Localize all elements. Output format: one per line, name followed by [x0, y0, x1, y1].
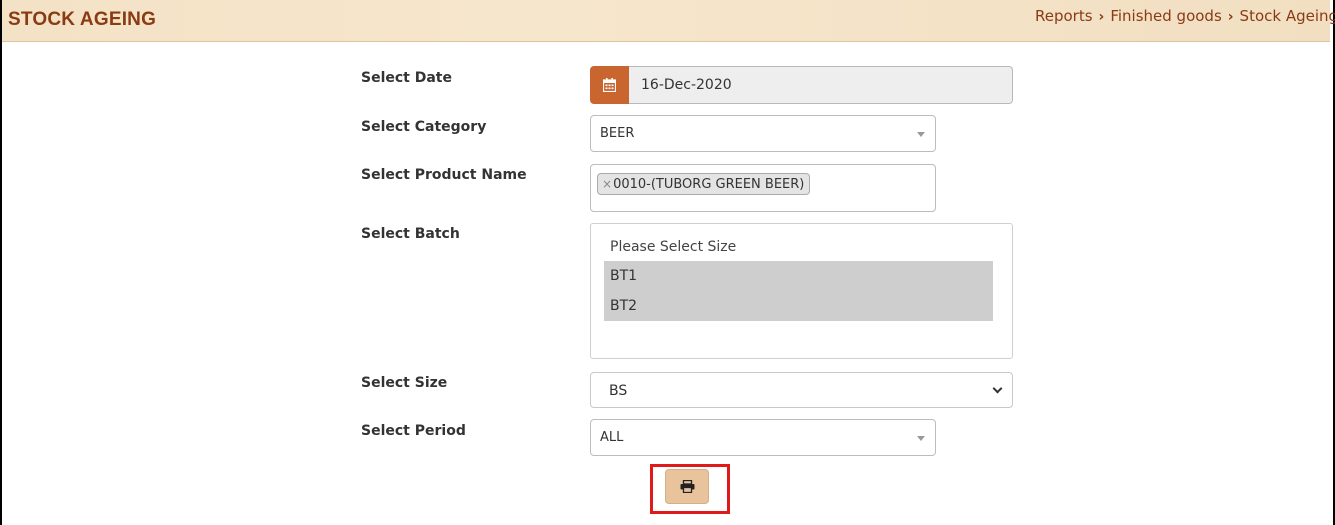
- caret-down-icon: [917, 436, 925, 441]
- breadcrumb-finished-goods[interactable]: Finished goods: [1110, 7, 1221, 25]
- remove-tag-icon[interactable]: ×: [602, 177, 612, 191]
- product-tag-label: 0010-(TUBORG GREEN BEER): [613, 177, 805, 192]
- size-select[interactable]: BS: [590, 372, 1013, 408]
- page-title: STOCK AGEING: [8, 9, 157, 30]
- chevron-right-icon: ›: [1098, 9, 1105, 25]
- caret-down-icon: [917, 132, 925, 137]
- chevron-right-icon: ›: [1227, 9, 1234, 25]
- batch-listbox[interactable]: Please Select Size BT1 BT2: [590, 223, 1013, 359]
- breadcrumb: Reports › Finished goods › Stock Ageing: [1035, 7, 1335, 25]
- date-field[interactable]: 16-Dec-2020: [629, 66, 1013, 104]
- date-picker[interactable]: 16-Dec-2020: [590, 66, 1013, 104]
- product-label: Select Product Name: [361, 167, 527, 183]
- batch-option[interactable]: BT1: [604, 261, 993, 291]
- calendar-icon[interactable]: [590, 66, 629, 104]
- period-value: ALL: [600, 430, 624, 445]
- batch-option-placeholder[interactable]: Please Select Size: [604, 232, 993, 262]
- batch-label: Select Batch: [361, 226, 460, 242]
- print-button[interactable]: [665, 469, 709, 504]
- category-value: BEER: [600, 126, 635, 141]
- size-value: BS: [609, 383, 628, 399]
- breadcrumb-stock-ageing: Stock Ageing: [1239, 7, 1335, 25]
- print-icon: [680, 480, 695, 493]
- batch-option[interactable]: BT2: [604, 291, 993, 321]
- chevron-down-icon: [992, 383, 1003, 394]
- size-label: Select Size: [361, 375, 448, 391]
- category-select[interactable]: BEER: [590, 115, 936, 152]
- product-multiselect[interactable]: ×0010-(TUBORG GREEN BEER): [590, 164, 936, 212]
- category-label: Select Category: [361, 119, 487, 135]
- page-header: STOCK AGEING Reports › Finished goods › Stoc…: [2, 0, 1335, 42]
- date-label: Select Date: [361, 70, 452, 86]
- breadcrumb-reports[interactable]: Reports: [1035, 7, 1093, 25]
- product-tag: ×0010-(TUBORG GREEN BEER): [597, 173, 811, 195]
- period-label: Select Period: [361, 423, 466, 439]
- period-select[interactable]: ALL: [590, 419, 936, 456]
